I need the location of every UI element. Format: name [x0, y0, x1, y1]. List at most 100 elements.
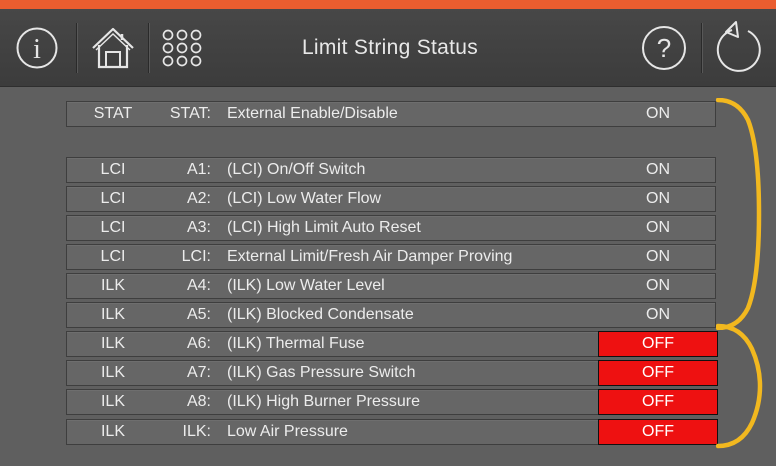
row-type: ILK: [100, 277, 125, 294]
row-description: (ILK) Blocked Condensate: [227, 306, 414, 323]
limit-row: ILK A5: (ILK) Blocked Condensate ON: [66, 302, 716, 328]
row-description: (LCI) Low Water Flow: [227, 190, 382, 207]
row-description: External Limit/Fresh Air Damper Proving: [227, 248, 513, 265]
row-status: OFF: [642, 423, 674, 440]
row-code-cell: LCI:: [161, 245, 211, 269]
row-code-cell: A6:: [161, 332, 211, 356]
row-code: A6:: [186, 335, 211, 352]
row-status-cell: OFF: [598, 389, 718, 415]
row-code-cell: STAT:: [161, 102, 211, 126]
row-description: (ILK) Gas Pressure Switch: [227, 364, 416, 381]
limit-row: ILK A4: (ILK) Low Water Level ON: [66, 273, 716, 299]
row-type-cell: ILK: [67, 274, 159, 298]
row-type: LCI: [100, 248, 126, 265]
menu-grid-icon: [162, 29, 202, 66]
row-description-cell: (ILK) Thermal Fuse: [227, 332, 365, 356]
row-status-cell: ON: [599, 187, 717, 211]
row-type-cell: ILK: [67, 361, 159, 385]
info-icon: i: [16, 27, 58, 68]
row-description-cell: (ILK) Gas Pressure Switch: [227, 361, 416, 385]
row-description: (ILK) Thermal Fuse: [227, 335, 365, 352]
row-status-cell: OFF: [598, 419, 718, 445]
row-description: (ILK) Low Water Level: [227, 277, 385, 294]
row-type: STAT: [93, 105, 133, 122]
row-description: Low Air Pressure: [227, 423, 348, 440]
row-status: ON: [646, 219, 670, 236]
help-button[interactable]: ?: [630, 9, 698, 86]
row-description-cell: (ILK) Blocked Condensate: [227, 303, 414, 327]
row-type-cell: LCI: [67, 187, 159, 211]
row-description: (LCI) On/Off Switch: [227, 161, 366, 178]
row-code-cell: A7:: [161, 361, 211, 385]
row-code: A3:: [186, 219, 211, 236]
row-type-cell: LCI: [67, 158, 159, 182]
row-status: OFF: [642, 393, 674, 410]
back-button[interactable]: [704, 9, 774, 86]
row-status: ON: [646, 248, 670, 265]
row-description-cell: (LCI) On/Off Switch: [227, 158, 365, 182]
bracket-off-group-icon: [716, 323, 763, 449]
row-description: External Enable/Disable: [227, 105, 398, 122]
back-icon: [716, 20, 761, 72]
row-status-cell: OFF: [598, 360, 718, 386]
bracket-on-group-icon: [716, 98, 762, 330]
svg-text:?: ?: [657, 33, 671, 63]
row-code: A7:: [186, 364, 211, 381]
info-button[interactable]: i: [0, 9, 74, 86]
svg-text:i: i: [33, 34, 41, 65]
row-status: OFF: [642, 335, 674, 352]
row-status: ON: [646, 161, 670, 178]
row-description-cell: (ILK) Low Water Level: [227, 274, 385, 298]
row-type-cell: LCI: [67, 216, 159, 240]
row-type-cell: ILK: [67, 303, 159, 327]
menu-button[interactable]: [152, 9, 212, 86]
row-code: A8:: [186, 393, 211, 410]
limit-row: LCI A2: (LCI) Low Water Flow ON: [66, 186, 716, 212]
row-status-cell: ON: [599, 158, 717, 182]
row-code: LCI:: [181, 248, 211, 265]
header-bar: i Limit String Status ?: [0, 9, 776, 87]
page-title: Limit String Status: [301, 35, 479, 59]
row-type-cell: LCI: [67, 245, 159, 269]
limit-row: LCI A1: (LCI) On/Off Switch ON: [66, 157, 716, 183]
row-description-cell: External Enable/Disable: [227, 102, 398, 126]
row-description: (ILK) High Burner Pressure: [227, 393, 420, 410]
help-icon: ?: [642, 25, 686, 70]
limit-row: LCI A3: (LCI) High Limit Auto Reset ON: [66, 215, 716, 241]
row-status-cell: ON: [599, 102, 717, 126]
limit-row: LCI LCI: External Limit/Fresh Air Damper P…: [66, 244, 716, 270]
limit-row: ILK A8: (ILK) High Burner Pressure OFF: [66, 389, 718, 415]
header-separator: [148, 23, 149, 73]
row-description: (LCI) High Limit Auto Reset: [227, 219, 421, 236]
row-description-cell: (LCI) High Limit Auto Reset: [227, 216, 421, 240]
row-status-cell: ON: [599, 245, 717, 269]
row-status-cell: OFF: [598, 331, 718, 357]
row-code: A4:: [186, 277, 211, 294]
row-type: ILK: [100, 364, 125, 381]
row-type: ILK: [100, 306, 125, 323]
row-type-cell: ILK: [67, 332, 159, 356]
home-icon: [92, 27, 134, 68]
row-code: A1:: [186, 161, 211, 178]
row-code: STAT:: [169, 105, 211, 122]
row-description-cell: Low Air Pressure: [227, 420, 348, 444]
limit-row: ILK ILK: Low Air Pressure OFF: [66, 419, 718, 445]
row-status-cell: ON: [599, 216, 717, 240]
row-type-cell: ILK: [67, 390, 159, 414]
row-type: LCI: [100, 219, 126, 236]
row-code-cell: A8:: [161, 390, 211, 414]
row-type: LCI: [100, 190, 126, 207]
row-status: ON: [646, 306, 670, 323]
row-code-cell: A4:: [161, 274, 211, 298]
row-description-cell: (ILK) High Burner Pressure: [227, 390, 420, 414]
row-code: A5:: [186, 306, 211, 323]
row-description-cell: External Limit/Fresh Air Damper Proving: [227, 245, 512, 269]
row-code-cell: A5:: [161, 303, 211, 327]
limit-row: STAT STAT: External Enable/Disable ON: [66, 101, 716, 127]
row-code: A2:: [186, 190, 211, 207]
row-code: ILK:: [182, 423, 211, 440]
row-code-cell: A1:: [161, 158, 211, 182]
row-type-cell: ILK: [67, 420, 159, 444]
header-separator: [76, 23, 77, 73]
home-button[interactable]: [80, 9, 146, 86]
